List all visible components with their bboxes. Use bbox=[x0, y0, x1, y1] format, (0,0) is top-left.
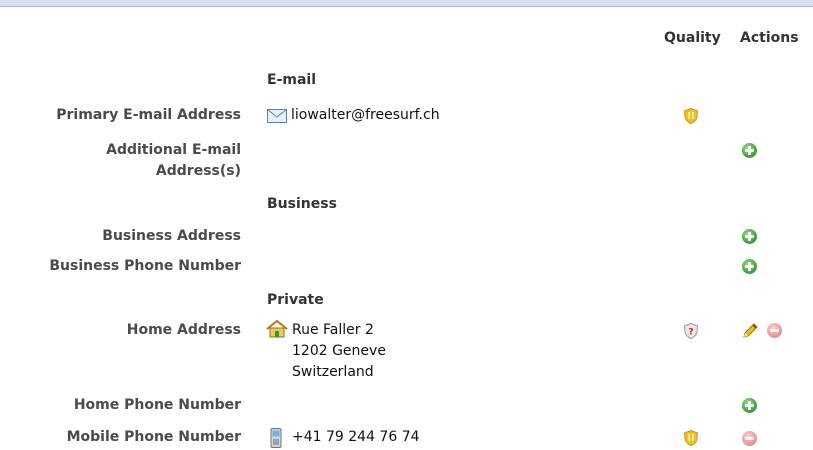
primary-email-value[interactable]: liowalter@freesurf.ch bbox=[291, 107, 440, 123]
add-business-phone-button[interactable] bbox=[742, 259, 757, 274]
house-icon bbox=[266, 320, 288, 338]
add-business-address-button[interactable] bbox=[742, 229, 757, 244]
business-phone-label: Business Phone Number bbox=[49, 258, 241, 274]
home-address-line2[interactable]: 1202 Geneve bbox=[292, 343, 386, 359]
home-address-line1[interactable]: Rue Faller 2 bbox=[292, 322, 374, 338]
add-additional-email-button[interactable] bbox=[742, 143, 757, 158]
remove-home-address-button[interactable] bbox=[767, 323, 782, 338]
mobile-phone-icon bbox=[270, 428, 282, 448]
additional-email-label-line2: Address(s) bbox=[155, 163, 241, 179]
top-frame-border bbox=[0, 0, 813, 7]
shield-icon bbox=[684, 430, 698, 446]
section-business: Business bbox=[267, 196, 337, 212]
edit-pencil-icon[interactable] bbox=[741, 322, 759, 340]
add-home-phone-button[interactable] bbox=[742, 398, 757, 413]
home-address-label: Home Address bbox=[126, 322, 241, 338]
primary-email-label: Primary E-mail Address bbox=[56, 107, 241, 123]
column-header-actions: Actions bbox=[740, 30, 799, 46]
envelope-icon bbox=[267, 109, 287, 123]
section-email: E-mail bbox=[267, 72, 317, 88]
column-header-quality: Quality bbox=[664, 30, 721, 46]
home-address-line3[interactable]: Switzerland bbox=[292, 364, 374, 380]
home-phone-label: Home Phone Number bbox=[73, 397, 241, 413]
shield-question-icon: ? bbox=[684, 323, 698, 339]
svg-text:?: ? bbox=[688, 328, 693, 338]
business-address-label: Business Address bbox=[102, 228, 241, 244]
remove-mobile-phone-button[interactable] bbox=[742, 431, 757, 446]
additional-email-label-line1: Additional E-mail bbox=[106, 142, 241, 158]
section-private: Private bbox=[267, 292, 324, 308]
mobile-phone-value[interactable]: +41 79 244 76 74 bbox=[292, 429, 420, 445]
mobile-phone-label: Mobile Phone Number bbox=[66, 429, 241, 445]
shield-icon bbox=[684, 108, 698, 124]
